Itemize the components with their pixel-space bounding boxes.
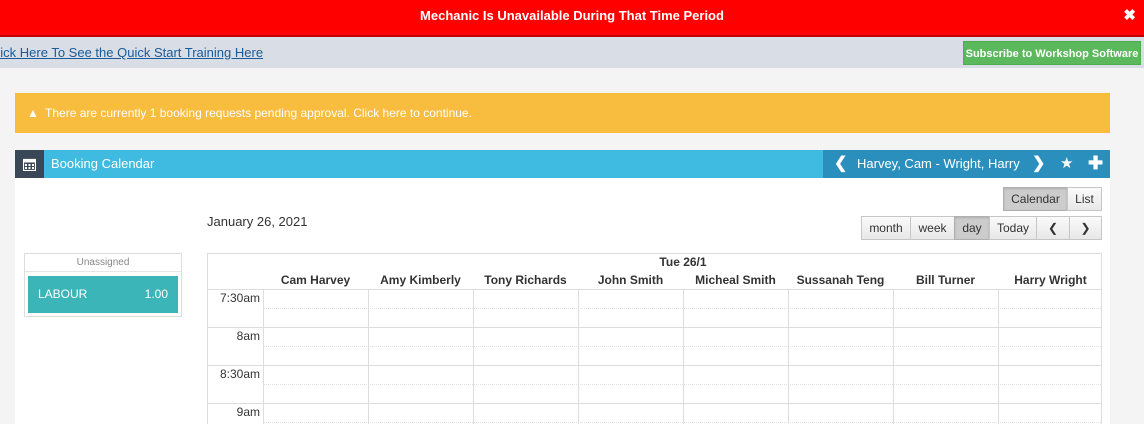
mechanic-nav: ❮ Harvey, Cam - Wright, Harry ❯ ★ ✚ bbox=[823, 150, 1110, 178]
month-button[interactable]: month bbox=[861, 216, 911, 240]
time-slot-label: 7:30am bbox=[219, 291, 260, 305]
mechanic-column-header: Harry Wright bbox=[1014, 273, 1087, 287]
mechanic-column-header: Sussanah Teng bbox=[796, 273, 885, 287]
hour-divider bbox=[208, 327, 1101, 328]
subscribe-button[interactable]: Subscribe to Workshop Software bbox=[963, 41, 1141, 65]
mechanic-column-header: John Smith bbox=[597, 273, 664, 287]
pending-approval-banner[interactable]: ▲ There are currently 1 booking requests… bbox=[15, 93, 1110, 133]
labour-hours: 1.00 bbox=[144, 287, 168, 301]
half-slot-divider bbox=[263, 384, 1101, 385]
unassigned-title: Unassigned bbox=[25, 254, 181, 272]
time-slot-label: 8:30am bbox=[219, 367, 260, 381]
mechanic-column-header: Micheal Smith bbox=[695, 273, 776, 287]
header-divider bbox=[208, 289, 1101, 290]
time-slot-label: 8am bbox=[236, 329, 260, 343]
half-slot-divider bbox=[263, 346, 1101, 347]
mechanic-column-header: Tony Richards bbox=[484, 273, 567, 287]
mechanic-column-header: Bill Turner bbox=[915, 273, 976, 287]
pending-message: There are currently 1 booking requests p… bbox=[45, 106, 472, 120]
close-icon[interactable]: ✖ bbox=[1123, 0, 1136, 35]
chevron-left-icon[interactable]: ❮ bbox=[834, 150, 847, 177]
calendar-view-button[interactable]: Calendar bbox=[1003, 187, 1068, 211]
half-slot-divider bbox=[263, 308, 1101, 309]
day-column-header: Tue 26/1 bbox=[659, 255, 707, 269]
next-day-button[interactable]: ❯ bbox=[1069, 216, 1102, 240]
time-slot-label: 9am bbox=[236, 405, 260, 419]
day-button[interactable]: day bbox=[954, 216, 990, 240]
quick-start-training-link[interactable]: Click Here To See the Quick Start Traini… bbox=[0, 37, 263, 68]
current-date-label: January 26, 2021 bbox=[207, 214, 308, 229]
prev-day-button[interactable]: ❮ bbox=[1036, 216, 1070, 240]
hour-divider bbox=[208, 403, 1101, 404]
labour-job-card[interactable]: LABOUR 1.00 bbox=[28, 276, 178, 313]
booking-calendar-header: Booking Calendar ❮ Harvey, Cam - Wright,… bbox=[15, 150, 1110, 178]
list-view-button[interactable]: List bbox=[1067, 187, 1102, 211]
mechanic-range-label: Harvey, Cam - Wright, Harry bbox=[857, 156, 1020, 171]
top-subbar: Click Here To See the Quick Start Traini… bbox=[0, 37, 1144, 68]
chevron-right-icon[interactable]: ❯ bbox=[1032, 150, 1045, 177]
alert-message: Mechanic Is Unavailable During That Time… bbox=[420, 8, 724, 23]
calendar-title: Booking Calendar bbox=[51, 156, 155, 171]
today-button[interactable]: Today bbox=[989, 216, 1037, 240]
week-button[interactable]: week bbox=[910, 216, 955, 240]
mechanic-column-header: Amy Kimberly bbox=[380, 273, 461, 287]
calendar-icon bbox=[15, 150, 44, 178]
half-slot-divider bbox=[263, 422, 1101, 423]
star-icon[interactable]: ★ bbox=[1060, 150, 1073, 177]
mechanic-column-header: Cam Harvey bbox=[280, 273, 351, 287]
warning-icon: ▲ bbox=[27, 106, 39, 120]
hour-divider bbox=[208, 365, 1101, 366]
labour-label: LABOUR bbox=[38, 287, 88, 301]
error-alert-bar: Mechanic Is Unavailable During That Time… bbox=[0, 0, 1144, 37]
plus-icon[interactable]: ✚ bbox=[1088, 150, 1103, 177]
unassigned-panel: Unassigned LABOUR 1.00 bbox=[24, 253, 182, 317]
day-schedule-grid: Tue 26/1 Cam Harvey Amy Kimberly Tony Ri… bbox=[207, 253, 1102, 424]
